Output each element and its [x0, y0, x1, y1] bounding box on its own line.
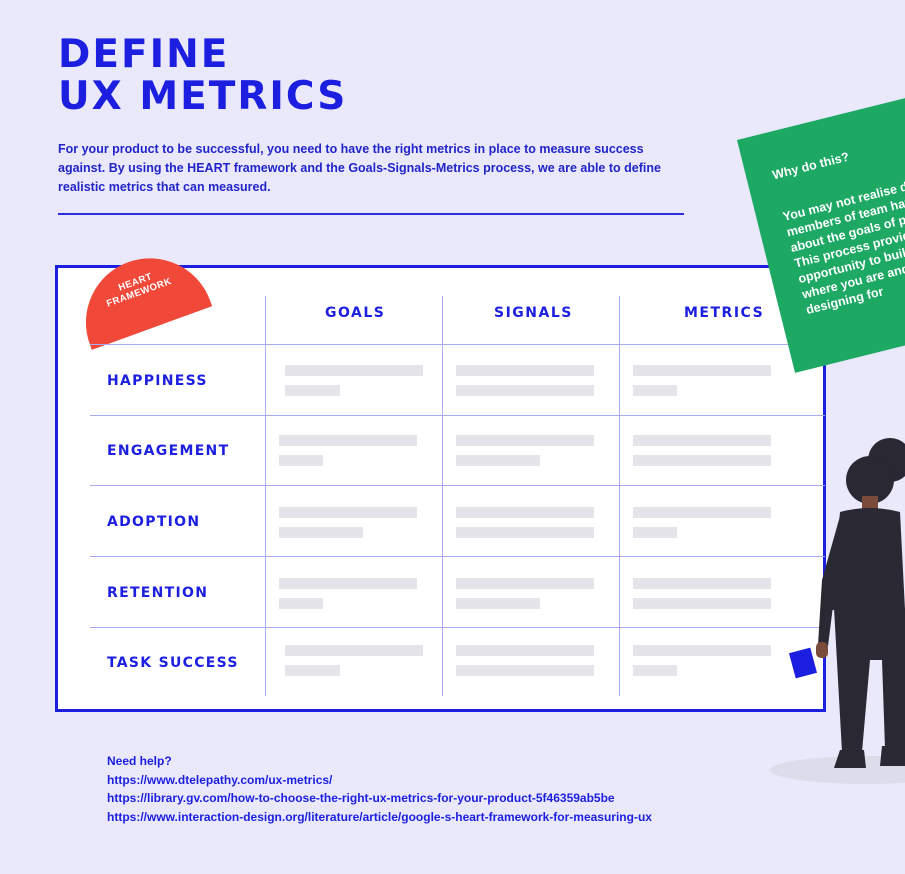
placeholder-bar [456, 435, 594, 446]
column-header-goals: GOALS [325, 305, 386, 321]
grid-line [90, 485, 825, 486]
note-question: Why do this? [770, 149, 851, 183]
help-link-dtelepathy[interactable]: https://www.dtelepathy.com/ux-metrics/ [107, 771, 652, 790]
placeholder-bar [456, 385, 594, 396]
placeholder-bar [633, 507, 771, 518]
placeholder-bar [285, 365, 423, 376]
help-section: Need help? https://www.dtelepathy.com/ux… [107, 752, 652, 826]
person-illustration [770, 438, 905, 784]
grid-line [265, 296, 266, 696]
intro-text: For your product to be successful, you n… [58, 142, 661, 194]
placeholder-bar [633, 527, 677, 538]
placeholder-bar [633, 578, 771, 589]
row-label-adoption: ADOPTION [107, 514, 201, 530]
placeholder-bar [633, 598, 771, 609]
placeholder-bar [456, 527, 594, 538]
placeholder-bar [456, 665, 594, 676]
row-label-engagement: ENGAGEMENT [107, 443, 230, 459]
help-link-interaction-design[interactable]: https://www.interaction-design.org/liter… [107, 808, 652, 827]
help-heading: Need help? [107, 754, 172, 768]
placeholder-bar [285, 665, 340, 676]
title-line-1: DEFINE [58, 32, 230, 77]
placeholder-bar [633, 365, 771, 376]
placeholder-bar [633, 435, 771, 446]
row-label-retention: RETENTION [107, 585, 209, 601]
placeholder-bar [285, 385, 340, 396]
note-body: You may not realise different members of… [781, 169, 905, 318]
grid-line [442, 296, 443, 696]
placeholder-bar [633, 385, 677, 396]
placeholder-bar [633, 455, 771, 466]
row-label-happiness: HAPPINESS [107, 373, 208, 389]
placeholder-bar [456, 598, 540, 609]
page-title: DEFINE UX METRICS [58, 34, 347, 118]
column-header-signals: SIGNALS [494, 305, 573, 321]
placeholder-bar [633, 665, 677, 676]
placeholder-bar [456, 645, 594, 656]
placeholder-bar [456, 578, 594, 589]
placeholder-bar [279, 578, 417, 589]
placeholder-bar [633, 645, 771, 656]
grid-line [619, 296, 620, 696]
column-header-metrics: METRICS [684, 305, 765, 321]
placeholder-bar [279, 507, 417, 518]
placeholder-bar [279, 527, 363, 538]
grid-line [90, 556, 825, 557]
grid-line [90, 627, 825, 628]
placeholder-bar [456, 365, 594, 376]
divider [58, 213, 684, 215]
placeholder-bar [279, 455, 323, 466]
grid-line [90, 344, 790, 345]
placeholder-bar [456, 455, 540, 466]
placeholder-bar [279, 435, 417, 446]
help-link-library-gv[interactable]: https://library.gv.com/how-to-choose-the… [107, 789, 652, 808]
placeholder-bar [279, 598, 323, 609]
row-label-task-success: TASK SUCCESS [107, 655, 239, 671]
placeholder-bar [456, 507, 594, 518]
grid-line [90, 415, 825, 416]
title-line-2: UX METRICS [58, 74, 348, 119]
placeholder-bar [285, 645, 423, 656]
